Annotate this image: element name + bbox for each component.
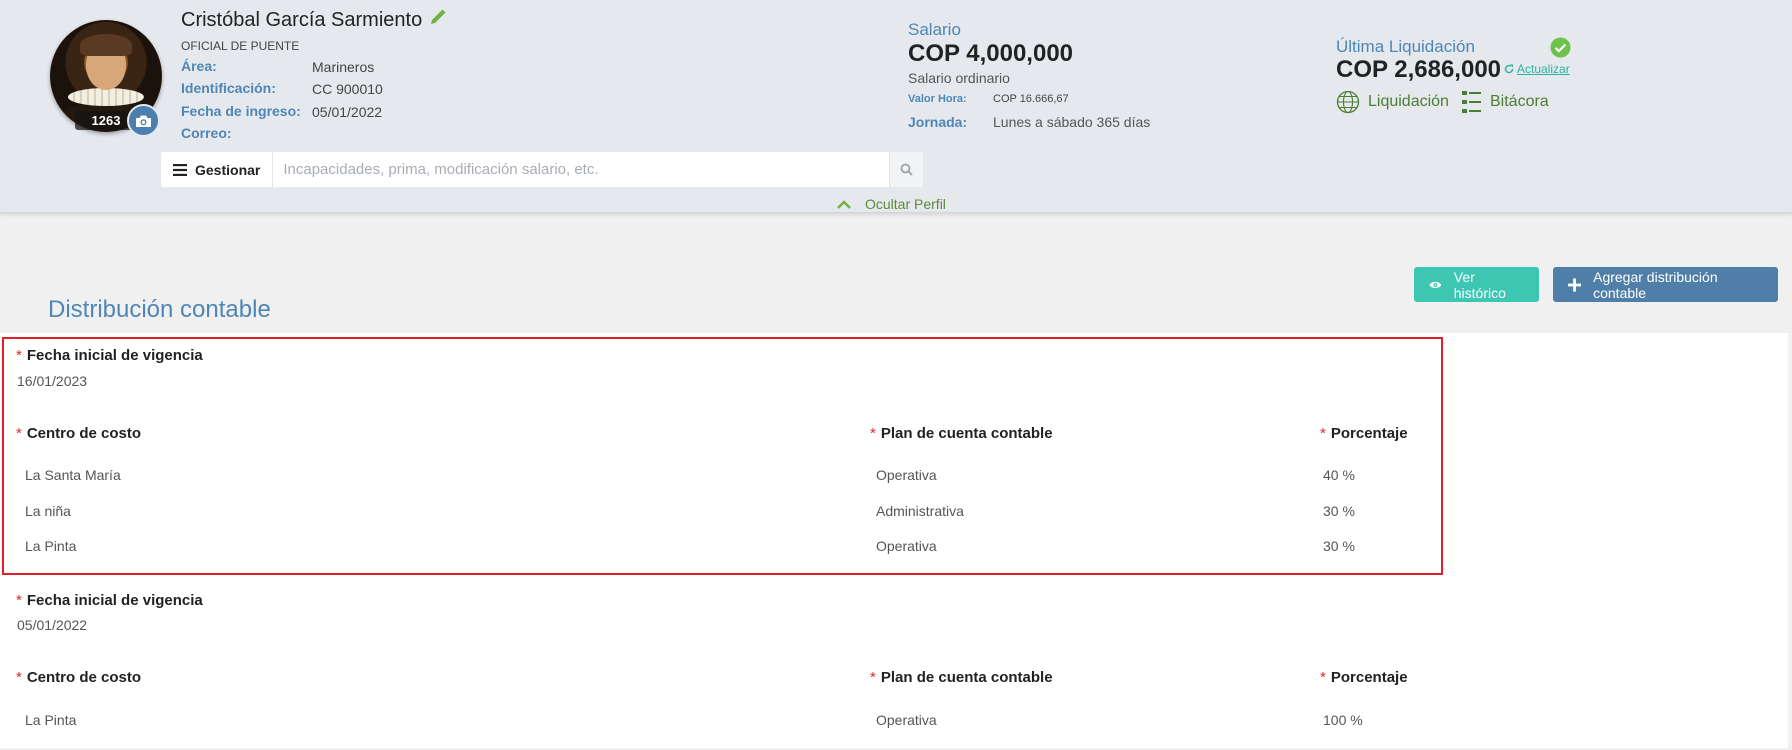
hourly-rate-value: COP 16.666,67: [993, 93, 1069, 105]
cost-center-cell: La Pinta: [25, 538, 77, 554]
required-asterisk: *: [870, 669, 876, 686]
manage-search-button[interactable]: [889, 152, 923, 187]
account-plan-cell: Administrativa: [876, 503, 964, 519]
salary-title: Salario: [908, 20, 961, 39]
chevron-up-icon: [837, 199, 851, 209]
account-plan-cell: Operativa: [876, 538, 937, 554]
salary-type: Salario ordinario: [908, 70, 1010, 86]
required-asterisk: *: [1320, 425, 1326, 442]
cost-center-cell: La Pinta: [25, 712, 77, 728]
check-circle-icon: [1550, 37, 1571, 63]
required-asterisk: *: [16, 347, 22, 364]
work-schedule-label: Jornada:: [908, 114, 968, 130]
percentage-cell: 30 %: [1323, 503, 1355, 519]
change-photo-button[interactable]: [127, 104, 160, 137]
update-settlement-link[interactable]: Actualizar: [1504, 62, 1570, 76]
hire-date-label: Fecha de ingreso:: [181, 103, 301, 119]
email-label: Correo:: [181, 125, 232, 141]
required-asterisk: *: [16, 669, 22, 686]
add-distribution-button[interactable]: Agregar distribución contable: [1553, 267, 1778, 302]
cost-center-cell: La niña: [25, 503, 71, 519]
start-date-value: 16/01/2023: [17, 373, 88, 389]
employee-name: Cristóbal García Sarmiento: [181, 9, 423, 31]
percentage-header: * Porcentaje: [1320, 425, 1408, 442]
percentage-header: * Porcentaje: [1320, 669, 1408, 686]
manage-search-input[interactable]: [273, 152, 889, 187]
start-date-value: 05/01/2022: [17, 617, 88, 633]
cost-center-header: * Centro de costo: [16, 669, 142, 686]
search-icon: [900, 163, 913, 176]
hourly-rate-label: Valor Hora:: [908, 93, 967, 105]
camera-icon: [136, 115, 151, 127]
required-asterisk: *: [1320, 669, 1326, 686]
account-plan-cell: Operativa: [876, 712, 937, 728]
settlement-link-label: Liquidación: [1368, 93, 1449, 110]
last-settlement-title: Última Liquidación: [1336, 37, 1475, 56]
logbook-link[interactable]: Bitácora: [1462, 90, 1549, 114]
hamburger-icon: [173, 163, 187, 176]
view-history-button[interactable]: Ver histórico: [1414, 267, 1539, 302]
refresh-icon: [1504, 64, 1514, 74]
edit-profile-button[interactable]: [429, 8, 447, 31]
last-settlement-amount: COP 2,686,000: [1336, 56, 1502, 83]
area-label: Área:: [181, 58, 217, 74]
account-plan-header: * Plan de cuenta contable: [870, 669, 1053, 686]
employee-position: OFICIAL DE PUENTE: [181, 39, 300, 53]
plus-icon: [1568, 277, 1582, 292]
work-schedule-value: Lunes a sábado 365 días: [993, 114, 1151, 130]
hide-profile-toggle[interactable]: Ocultar Perfil: [837, 196, 946, 212]
manage-menu-label: Gestionar: [195, 161, 261, 178]
view-history-label: Ver histórico: [1453, 268, 1506, 301]
percentage-cell: 100 %: [1323, 712, 1363, 728]
salary-amount: COP 4,000,000: [908, 40, 1074, 67]
area-value: Marineros: [312, 59, 375, 75]
hire-date-value: 05/01/2022: [312, 104, 383, 120]
start-date-label: * Fecha inicial de vigencia: [16, 347, 203, 364]
identification-label: Identificación:: [181, 80, 276, 96]
settlement-link[interactable]: Liquidación: [1336, 90, 1449, 114]
percentage-cell: 30 %: [1323, 538, 1355, 554]
pencil-icon: [431, 9, 446, 24]
eye-icon: [1429, 281, 1442, 288]
required-asterisk: *: [870, 425, 876, 442]
add-distribution-label: Agregar distribución contable: [1593, 268, 1718, 301]
cost-center-cell: La Santa María: [25, 467, 121, 483]
identification-value: CC 900010: [312, 81, 383, 97]
section-title: Distribución contable: [48, 296, 271, 323]
update-settlement-label: Actualizar: [1517, 62, 1570, 76]
manage-menu-button[interactable]: Gestionar: [161, 152, 274, 187]
cost-center-header: * Centro de costo: [16, 425, 142, 442]
manage-bar: Gestionar: [161, 152, 923, 187]
required-asterisk: *: [16, 425, 22, 442]
employee-profile-header: 1263 Cristóbal García Sarmiento OFICIAL …: [0, 0, 1792, 213]
hide-profile-label: Ocultar Perfil: [865, 196, 946, 212]
logbook-link-label: Bitácora: [1490, 93, 1549, 110]
start-date-label: * Fecha inicial de vigencia: [16, 592, 203, 609]
percentage-cell: 40 %: [1323, 467, 1355, 483]
list-icon: [1462, 91, 1481, 113]
required-asterisk: *: [16, 592, 22, 609]
globe-icon: [1336, 90, 1360, 114]
account-plan-header: * Plan de cuenta contable: [870, 425, 1053, 442]
account-plan-cell: Operativa: [876, 467, 937, 483]
